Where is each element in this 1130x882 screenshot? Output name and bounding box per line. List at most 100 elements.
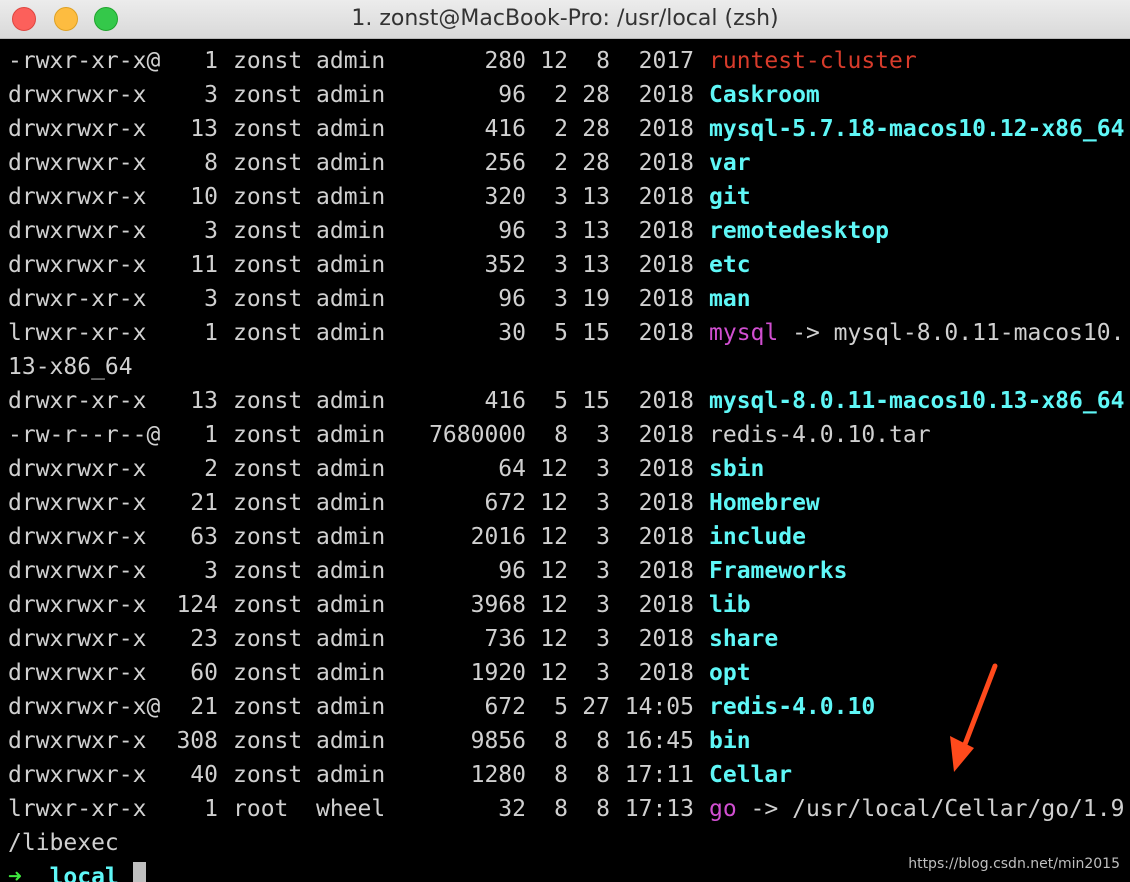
time-or-year: 2018 — [638, 592, 694, 618]
day: 3 — [596, 456, 610, 482]
link-count: 11 — [190, 252, 218, 278]
day: 3 — [596, 524, 610, 550]
file-size: 672 — [484, 490, 526, 516]
file-name: redis-4.0.10 — [709, 694, 876, 720]
file-size: 256 — [484, 150, 526, 176]
group: admin — [316, 116, 386, 142]
group: admin — [316, 592, 386, 618]
day: 8 — [596, 762, 610, 788]
month: 5 — [554, 694, 568, 720]
day: 19 — [582, 286, 610, 312]
day: 3 — [596, 490, 610, 516]
day: 3 — [596, 660, 610, 686]
permissions: drwxr-xr-x — [8, 388, 147, 414]
owner: zonst — [233, 184, 303, 210]
listing-row: drwxr-xr-x 3 zonst admin 96 3 19 2018 man — [8, 282, 1130, 316]
file-name: go — [709, 796, 737, 822]
link-target-wrap: 13-x86_64 — [8, 354, 133, 380]
title-bar[interactable]: 1. zonst@MacBook-Pro: /usr/local (zsh) — [0, 0, 1130, 39]
file-size: 96 — [498, 558, 526, 584]
time-or-year: 2018 — [638, 490, 694, 516]
group: admin — [316, 456, 386, 482]
day: 8 — [596, 48, 610, 74]
link-count: 10 — [190, 184, 218, 210]
time-or-year: 2018 — [638, 286, 694, 312]
permissions: drwxrwxr-x — [8, 524, 147, 550]
file-name: man — [709, 286, 751, 312]
link-count: 1 — [204, 48, 218, 74]
link-count: 3 — [204, 82, 218, 108]
listing-row: lrwxr-xr-x 1 zonst admin 30 5 15 2018 mysql -> m… — [8, 316, 1130, 350]
file-size: 3968 — [470, 592, 526, 618]
permissions: drwxr-xr-x — [8, 286, 147, 312]
permissions: drwxrwxr-x@ — [8, 694, 161, 720]
permissions: drwxrwxr-x — [8, 218, 147, 244]
time-or-year: 2018 — [638, 252, 694, 278]
group: admin — [316, 218, 386, 244]
month: 12 — [540, 456, 568, 482]
time-or-year: 17:11 — [624, 762, 694, 788]
month: 12 — [540, 660, 568, 686]
month: 12 — [540, 626, 568, 652]
link-count: 21 — [190, 490, 218, 516]
day: 3 — [596, 422, 610, 448]
group: admin — [316, 388, 386, 414]
time-or-year: 2018 — [638, 626, 694, 652]
time-or-year: 17:13 — [624, 796, 694, 822]
permissions: drwxrwxr-x — [8, 728, 147, 754]
day: 3 — [596, 592, 610, 618]
file-name: Caskroom — [709, 82, 820, 108]
file-size: 352 — [484, 252, 526, 278]
time-or-year: 2018 — [638, 116, 694, 142]
owner: zonst — [233, 456, 303, 482]
group: admin — [316, 320, 386, 346]
owner: zonst — [233, 762, 303, 788]
day: 8 — [596, 728, 610, 754]
listing-row: drwxrwxr-x 63 zonst admin 2016 12 3 2018 include — [8, 520, 1130, 554]
link-count: 23 — [190, 626, 218, 652]
owner: zonst — [233, 626, 303, 652]
month: 8 — [554, 422, 568, 448]
month: 2 — [554, 82, 568, 108]
file-name: remotedesktop — [709, 218, 890, 244]
owner: zonst — [233, 728, 303, 754]
listing-row: drwxrwxr-x 13 zonst admin 416 2 28 2018 mysql-5.… — [8, 112, 1130, 146]
wrapped-line: 13-x86_64 — [8, 350, 1130, 384]
file-name: var — [709, 150, 751, 176]
prompt-arrow-icon: ➜ — [8, 864, 22, 882]
file-size: 416 — [484, 116, 526, 142]
link-target: -> mysql-8.0.11-macos10. — [778, 320, 1125, 346]
permissions: drwxrwxr-x — [8, 252, 147, 278]
permissions: drwxrwxr-x — [8, 150, 147, 176]
permissions: lrwxr-xr-x — [8, 796, 147, 822]
listing-row: drwxr-xr-x 13 zonst admin 416 5 15 2018 mysql-8.… — [8, 384, 1130, 418]
month: 3 — [554, 286, 568, 312]
permissions: drwxrwxr-x — [8, 660, 147, 686]
link-count: 124 — [176, 592, 218, 618]
group: admin — [316, 48, 386, 74]
file-name: mysql — [709, 320, 779, 346]
permissions: drwxrwxr-x — [8, 592, 147, 618]
file-name: opt — [709, 660, 751, 686]
month: 3 — [554, 252, 568, 278]
permissions: drwxrwxr-x — [8, 558, 147, 584]
group: admin — [316, 524, 386, 550]
permissions: drwxrwxr-x — [8, 116, 147, 142]
link-count: 3 — [204, 558, 218, 584]
owner: zonst — [233, 150, 303, 176]
window-title: 1. zonst@MacBook-Pro: /usr/local (zsh) — [351, 6, 779, 31]
file-name: redis-4.0.10.tar — [709, 422, 931, 448]
link-count: 40 — [190, 762, 218, 788]
file-size: 320 — [484, 184, 526, 210]
file-name: Frameworks — [709, 558, 848, 584]
day: 13 — [582, 184, 610, 210]
time-or-year: 2018 — [638, 456, 694, 482]
owner: zonst — [233, 286, 303, 312]
owner: zonst — [233, 524, 303, 550]
month: 12 — [540, 592, 568, 618]
link-count: 308 — [176, 728, 218, 754]
group: wheel — [316, 796, 386, 822]
time-or-year: 2018 — [638, 320, 694, 346]
group: admin — [316, 184, 386, 210]
file-size: 32 — [498, 796, 526, 822]
